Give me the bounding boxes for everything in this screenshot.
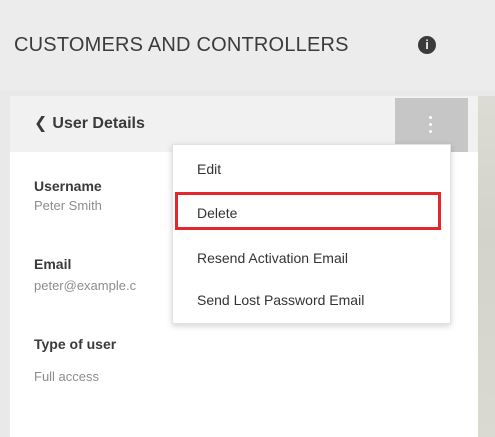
delete-highlight-box	[175, 192, 441, 230]
map-background	[478, 96, 495, 437]
email-value: peter@example.c	[34, 278, 137, 293]
page-title: CUSTOMERS AND CONTROLLERS	[14, 34, 349, 56]
chevron-left-icon: ❮	[34, 115, 48, 132]
page-header: CUSTOMERS AND CONTROLLERS i	[0, 0, 495, 90]
back-to-user-details-link[interactable]: ❮ User Details	[34, 113, 145, 133]
menu-item-resend-label: Resend Activation Email	[197, 250, 348, 266]
menu-item-send-lost-password-email[interactable]: Send Lost Password Email	[173, 280, 450, 320]
username-value: Peter Smith	[34, 198, 102, 213]
menu-item-resend-activation-email[interactable]: Resend Activation Email	[173, 238, 450, 278]
actions-dropdown-menu: Edit Delete Resend Activation Email Send…	[172, 144, 451, 324]
user-type-value: Full access	[34, 369, 100, 384]
kebab-menu-icon	[429, 116, 433, 134]
info-icon[interactable]: i	[418, 36, 436, 54]
menu-item-edit-label: Edit	[197, 161, 222, 177]
email-label: Email	[34, 256, 72, 272]
user-type-label: Type of user	[34, 336, 117, 352]
username-label: Username	[34, 178, 102, 194]
menu-item-lost-password-label: Send Lost Password Email	[197, 292, 365, 308]
menu-item-edit[interactable]: Edit	[173, 149, 450, 189]
back-link-label: User Details	[52, 115, 145, 132]
